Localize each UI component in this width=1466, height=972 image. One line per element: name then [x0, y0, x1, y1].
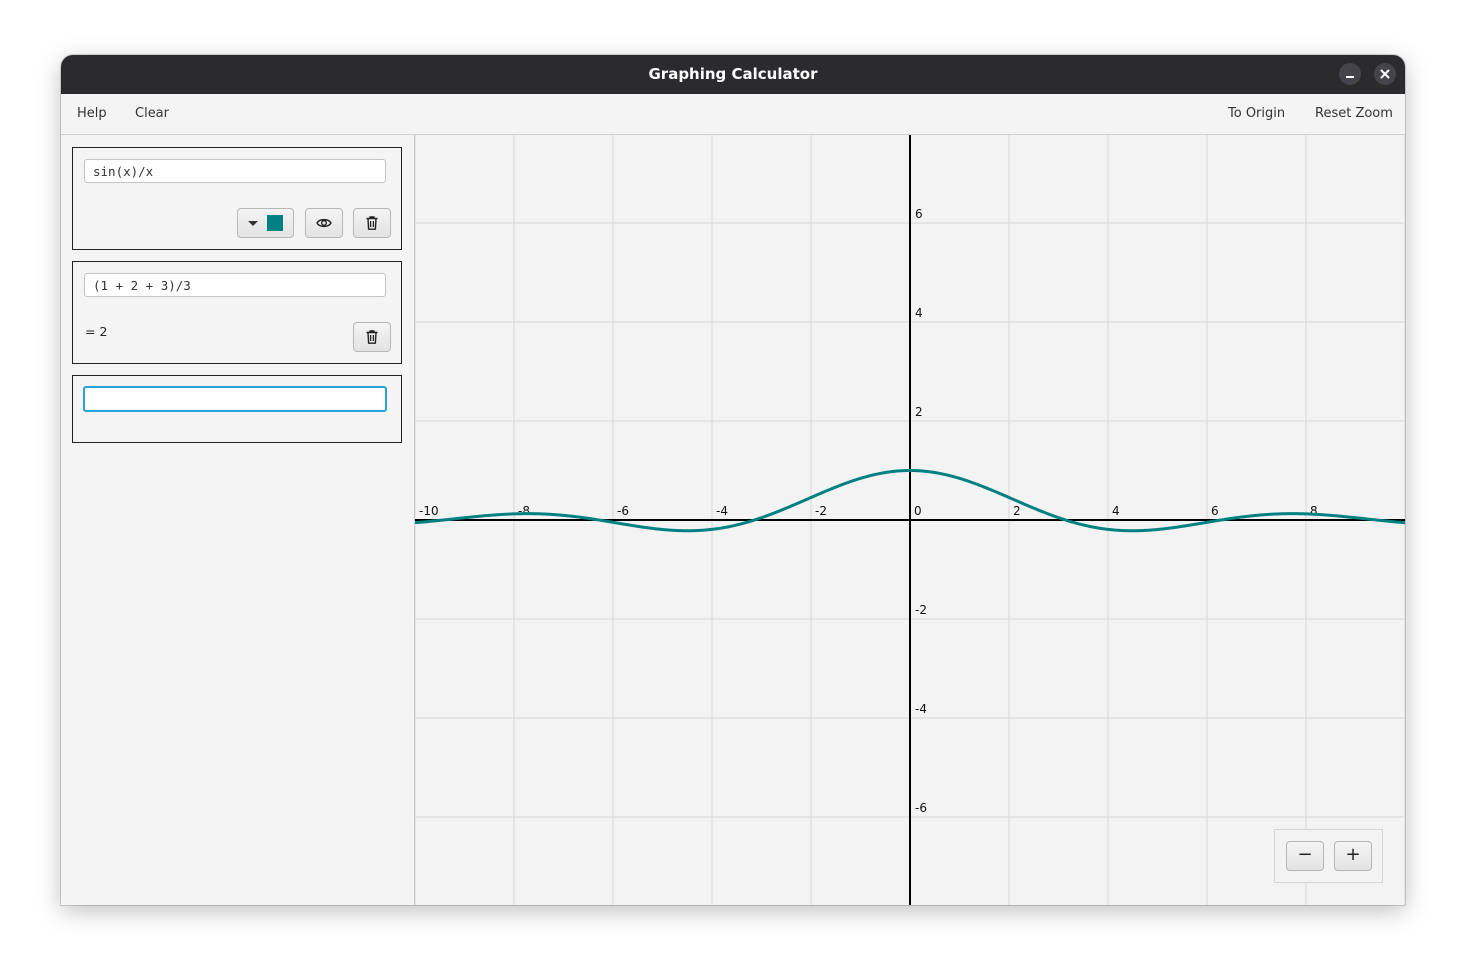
chevron-down-icon [248, 221, 258, 226]
x-tick-label: 4 [1112, 504, 1120, 518]
menu-clear[interactable]: Clear [135, 106, 169, 121]
new-expression-input[interactable] [83, 386, 387, 412]
y-tick-label: -2 [915, 603, 927, 617]
expression-card-numeric: = 2 [72, 261, 402, 364]
zoom-in-button[interactable]: + [1334, 841, 1372, 871]
menu-reset-zoom[interactable]: Reset Zoom [1315, 106, 1393, 121]
window-title: Graphing Calculator [648, 65, 818, 83]
expression-input[interactable] [84, 159, 386, 183]
menu-help[interactable]: Help [77, 106, 107, 121]
expression-card-function [72, 147, 402, 250]
x-tick-label: 6 [1211, 504, 1219, 518]
expression-sidebar: = 2 [61, 135, 415, 905]
zoom-out-button[interactable]: − [1286, 841, 1324, 871]
x-tick-label: 8 [1310, 504, 1318, 518]
x-tick-label: -4 [716, 504, 728, 518]
expression-result: = 2 [85, 324, 108, 339]
trash-icon [366, 216, 378, 230]
y-tick-label: 4 [915, 306, 923, 320]
title-bar[interactable]: Graphing Calculator [61, 55, 1405, 94]
menu-to-origin[interactable]: To Origin [1228, 106, 1285, 121]
y-tick-label: -4 [915, 702, 927, 716]
app-window: Graphing Calculator Help Clear To Origin… [61, 55, 1405, 905]
x-tick-label: 2 [1013, 504, 1021, 518]
color-picker-button[interactable] [237, 208, 294, 238]
y-tick-label: 6 [915, 207, 923, 221]
x-tick-label: -10 [419, 504, 439, 518]
delete-expression-button[interactable] [353, 208, 391, 238]
y-tick-label: 2 [915, 405, 923, 419]
expression-card-new [72, 375, 402, 443]
y-tick-label: -6 [915, 801, 927, 815]
zoom-controls: − + [1274, 829, 1383, 883]
visibility-toggle-button[interactable] [305, 208, 343, 238]
minimize-button[interactable] [1339, 63, 1361, 85]
color-swatch [267, 215, 283, 231]
x-tick-label: -6 [617, 504, 629, 518]
menu-bar: Help Clear To Origin Reset Zoom [61, 94, 1405, 135]
eye-icon [316, 218, 332, 228]
graph-canvas[interactable]: -10 -8 -6 -4 -2 0 2 4 6 8 6 4 2 -2 -4 -6 [415, 135, 1405, 905]
x-tick-label: -8 [518, 504, 530, 518]
x-tick-label: 0 [914, 504, 922, 518]
close-button[interactable] [1374, 63, 1396, 85]
trash-icon [366, 330, 378, 344]
expression-input[interactable] [84, 273, 386, 297]
delete-expression-button[interactable] [353, 322, 391, 352]
x-tick-label: -2 [815, 504, 827, 518]
minimize-icon [1346, 76, 1354, 78]
close-icon [1380, 69, 1390, 79]
